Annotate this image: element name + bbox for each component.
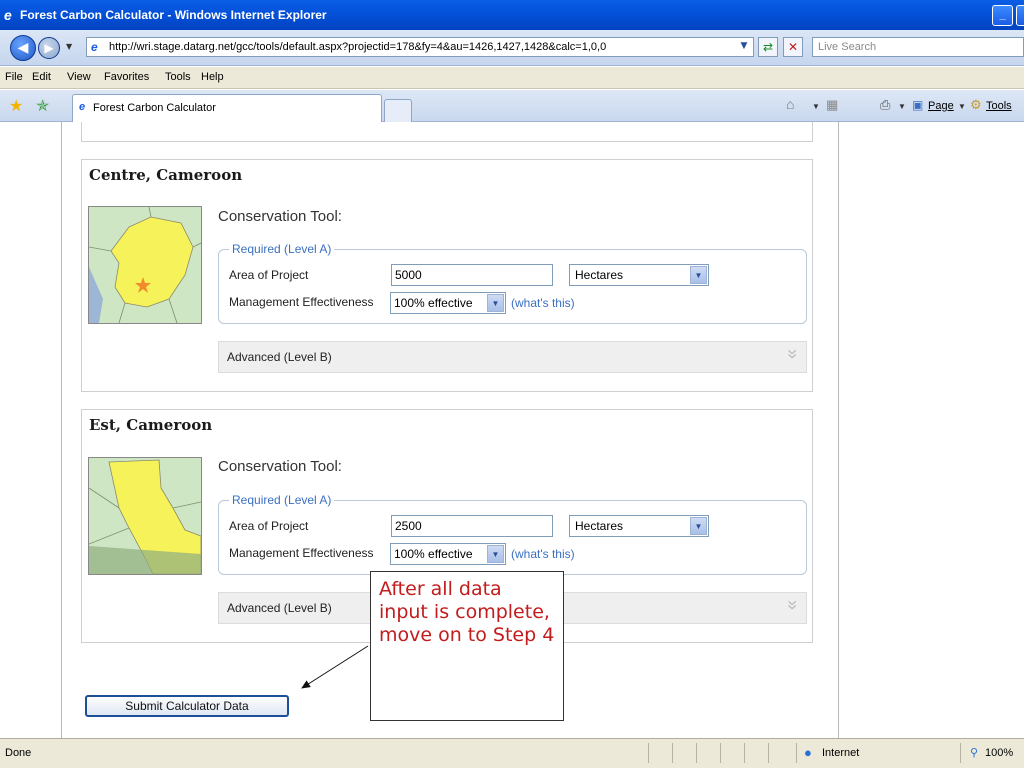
new-tab-button[interactable] [384,99,412,122]
search-input[interactable]: Live Search [812,37,1024,57]
advanced-label: Advanced (Level B) [227,350,332,364]
management-select[interactable]: 100% effective ▼ [390,292,506,314]
zone-label: Internet [822,747,860,759]
tab-label: Forest Carbon Calculator [93,102,216,114]
globe-icon: ● [804,745,812,760]
callout-arrow [301,645,369,689]
area-label: Area of Project [229,268,309,282]
unit-select[interactable]: Hectares ▼ [569,515,709,537]
status-text: Done [5,747,32,759]
region-title: Centre, Cameroon [89,166,243,184]
status-divider [768,743,769,763]
page-menu[interactable]: Page [928,100,954,112]
management-label: Management Effectiveness [229,546,374,560]
back-button[interactable]: ◀ [10,35,36,61]
menu-view[interactable]: View [67,71,91,83]
window-title-bar: e Forest Carbon Calculator - Windows Int… [0,0,1024,30]
unit-select[interactable]: Hectares ▼ [569,264,709,286]
chevron-down-icon[interactable]: ▼ [690,266,707,284]
gear-icon: ⚙ [970,97,982,112]
submit-calculator-button[interactable]: Submit Calculator Data [85,695,289,717]
page-icon: e [91,40,98,54]
print-dropdown-icon[interactable]: ▼ [898,102,906,111]
management-select-value: 100% effective [394,296,473,310]
area-input[interactable]: 2500 [391,515,553,537]
home-icon[interactable]: ⌂ [786,96,794,112]
region-map [88,206,202,324]
refresh-icon[interactable]: ⇄ [758,37,778,57]
status-divider [720,743,721,763]
status-divider [648,743,649,763]
area-label: Area of Project [229,519,309,533]
unit-select-value: Hectares [575,268,624,282]
menu-favorites[interactable]: Favorites [104,71,149,83]
tab-bar: ★ ✯ e Forest Carbon Calculator ⌂ ▼ ▦ ⎙ ▼… [0,90,1024,122]
area-input[interactable]: 5000 [391,264,553,286]
chevron-down-icon[interactable]: ▼ [690,517,707,535]
tool-title: Conservation Tool: [218,208,342,225]
instruction-callout: After all data input is complete, move o… [370,571,564,721]
tool-title: Conservation Tool: [218,458,342,475]
address-input[interactable]: e http://wri.stage.datarg.net/gcc/tools/… [86,37,754,57]
tab-forest-carbon-calculator[interactable]: e Forest Carbon Calculator [72,94,382,122]
advanced-label: Advanced (Level B) [227,601,332,615]
chevron-down-icon[interactable]: ▼ [487,294,504,312]
minimize-button[interactable]: _ [992,5,1013,26]
whats-this-link[interactable]: (what's this) [511,547,575,561]
page-menu-icon: ▣ [912,98,924,112]
menu-file[interactable]: File [5,71,23,83]
feeds-icon[interactable]: ▦ [826,97,838,113]
add-favorite-icon[interactable]: ✯ [36,96,49,116]
advanced-section[interactable]: Advanced (Level B) » [218,341,807,373]
print-icon[interactable]: ⎙ [880,97,890,113]
region-map-image [88,458,202,575]
status-divider [672,743,673,763]
required-legend: Required (Level A) [229,493,335,507]
region-title: Est, Cameroon [89,416,213,434]
menu-edit[interactable]: Edit [32,71,51,83]
expand-chevron-icon[interactable]: » [783,600,803,610]
unit-select-value: Hectares [575,519,624,533]
status-divider [796,743,797,763]
stop-icon[interactable]: ✕ [783,37,803,57]
zoom-icon[interactable]: ⚲ [970,746,978,759]
status-divider [960,743,961,763]
menu-bar: File Edit View Favorites Tools Help [0,67,1024,89]
tools-menu[interactable]: Tools [986,100,1012,112]
url-dropdown-icon[interactable]: ▼ [734,37,754,57]
management-label: Management Effectiveness [229,295,374,309]
chevron-down-icon[interactable]: ▼ [487,545,504,563]
menu-tools[interactable]: Tools [165,71,191,83]
favorites-star-icon[interactable]: ★ [9,96,23,116]
home-dropdown-icon[interactable]: ▼ [812,102,820,111]
status-divider [744,743,745,763]
required-fieldset: Required (Level A) Area of Project 2500 … [218,493,807,575]
management-select-value: 100% effective [394,547,473,561]
history-dropdown-icon[interactable]: ▼ [66,42,72,51]
whats-this-link[interactable]: (what's this) [511,296,575,310]
page-dropdown-icon[interactable]: ▼ [958,102,966,111]
address-url: http://wri.stage.datarg.net/gcc/tools/de… [109,41,607,53]
status-bar: Done ● Internet ⚲ 100% [0,738,1024,768]
internet-explorer-icon: e [4,7,12,23]
region-map [88,457,202,575]
maximize-button[interactable] [1016,5,1024,26]
page-content: Centre, Cameroon Conservation Tool: Requ… [0,122,1024,738]
region-panel: Centre, Cameroon Conservation Tool: Requ… [81,159,813,392]
region-map-image [88,206,202,324]
address-toolbar: ◀ ▶ ▼ e http://wri.stage.datarg.net/gcc/… [0,30,1024,66]
zoom-level[interactable]: 100% [985,747,1013,759]
forward-button[interactable]: ▶ [38,37,60,59]
management-select[interactable]: 100% effective ▼ [390,543,506,565]
tab-page-icon: e [79,101,86,113]
expand-chevron-icon[interactable]: » [783,349,803,359]
window-title: Forest Carbon Calculator - Windows Inter… [20,8,327,22]
menu-help[interactable]: Help [201,71,224,83]
previous-panel [81,122,813,142]
required-fieldset: Required (Level A) Area of Project 5000 … [218,242,807,324]
required-legend: Required (Level A) [229,242,335,256]
status-divider [696,743,697,763]
